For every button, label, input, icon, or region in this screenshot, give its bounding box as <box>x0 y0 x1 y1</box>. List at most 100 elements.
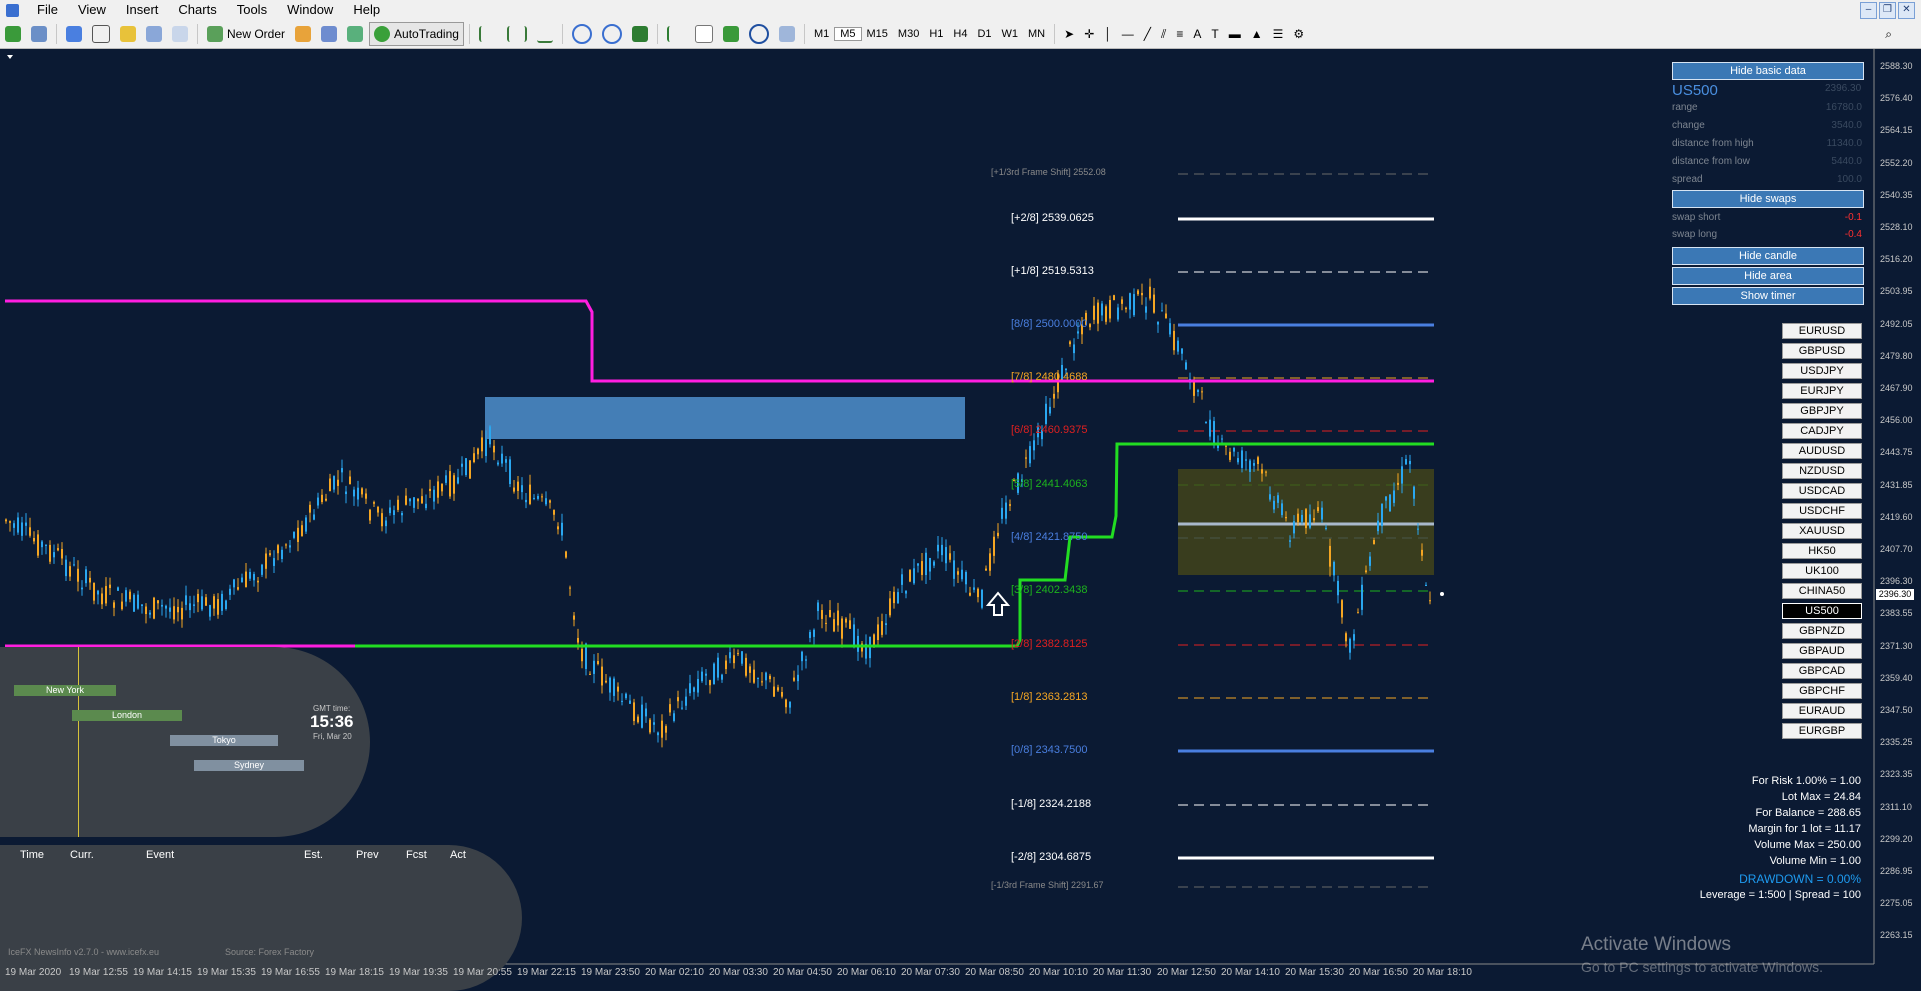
close-icon[interactable]: ✕ <box>1898 2 1915 19</box>
symbol-button-gbpnzd[interactable]: GBPNZD <box>1782 623 1862 639</box>
minimize-icon[interactable]: – <box>1860 2 1877 19</box>
chart-collapse-icon[interactable] <box>7 55 13 59</box>
symbol-button-us500[interactable]: US500 <box>1782 603 1862 619</box>
search-button[interactable]: ⌕ <box>1881 23 1896 45</box>
symbol-button-gbpaud[interactable]: GBPAUD <box>1782 643 1862 659</box>
menu-view[interactable]: View <box>68 0 116 20</box>
timeframe-w1[interactable]: W1 <box>997 28 1024 40</box>
timeframe-m5[interactable]: M5 <box>834 27 862 41</box>
candle-body <box>841 618 843 639</box>
risk-line: For Balance = 288.65 <box>1755 807 1862 819</box>
candle-body <box>889 598 891 616</box>
symbol-button-usdjpy[interactable]: USDJPY <box>1782 363 1862 379</box>
murrey-level-label: [2/8] 2382.8125 <box>1011 638 1088 650</box>
menu-charts[interactable]: Charts <box>168 0 226 20</box>
hide-area-button[interactable]: Hide area <box>1672 267 1864 285</box>
templates-button[interactable] <box>775 23 799 45</box>
chart-canvas[interactable] <box>0 49 1921 984</box>
candle-body <box>1053 393 1055 399</box>
symbol-button-xauusd[interactable]: XAUUSD <box>1782 523 1862 539</box>
title-bar: File View Insert Charts Tools Window Hel… <box>0 0 1921 21</box>
tester-button[interactable] <box>168 23 192 45</box>
signals-button[interactable] <box>317 23 341 45</box>
zoom-in-button[interactable] <box>568 23 596 45</box>
crosshair-button[interactable]: ✛ <box>1080 23 1098 45</box>
menu-window[interactable]: Window <box>277 0 343 20</box>
symbol-button-nzdusd[interactable]: NZDUSD <box>1782 463 1862 479</box>
terminal-button[interactable] <box>142 23 166 45</box>
indicators-button[interactable] <box>719 23 743 45</box>
symbol-button-hk50[interactable]: HK50 <box>1782 543 1862 559</box>
info-row-change: change 3540.0 <box>1672 120 1862 134</box>
shapes-button[interactable]: ▬ <box>1225 23 1245 45</box>
objects-button[interactable]: ⚙ <box>1289 23 1308 45</box>
tile-windows-button[interactable] <box>628 23 652 45</box>
timeframe-d1[interactable]: D1 <box>972 28 996 40</box>
symbol-button-gbpchf[interactable]: GBPCHF <box>1782 683 1862 699</box>
data-window-button[interactable] <box>88 23 114 45</box>
trendline-button[interactable]: ╱ <box>1140 23 1155 45</box>
market-button[interactable] <box>343 23 367 45</box>
symbol-button-audusd[interactable]: AUDUSD <box>1782 443 1862 459</box>
symbol-button-china50[interactable]: CHINA50 <box>1782 583 1862 599</box>
candle-body <box>1257 457 1259 465</box>
fibonacci-button[interactable]: ≡ <box>1172 23 1187 45</box>
hide-candle-button[interactable]: Hide candle <box>1672 247 1864 265</box>
toolbar-separator <box>56 24 57 44</box>
symbol-button-eurjpy[interactable]: EURJPY <box>1782 383 1862 399</box>
new-chart-button[interactable] <box>1 23 25 45</box>
arrows-button[interactable]: ▲ <box>1247 23 1267 45</box>
menu-insert[interactable]: Insert <box>116 0 169 20</box>
restore-icon[interactable]: ❐ <box>1879 2 1896 19</box>
meta-editor-button[interactable] <box>291 23 315 45</box>
timeframe-h1[interactable]: H1 <box>924 28 948 40</box>
zoom-out-button[interactable] <box>598 23 626 45</box>
session-new-york: New York <box>14 685 116 696</box>
show-timer-button[interactable]: Show timer <box>1672 287 1864 305</box>
navigator-button[interactable] <box>116 23 140 45</box>
symbol-button-usdchf[interactable]: USDCHF <box>1782 503 1862 519</box>
candle-body <box>625 693 627 699</box>
hide-basic-data-button[interactable]: Hide basic data <box>1672 62 1864 80</box>
symbol-button-cadjpy[interactable]: CADJPY <box>1782 423 1862 439</box>
chart-area[interactable]: [+2/8] 2539.0625 [+1/8] 2519.5313 [8/8] 25… <box>0 49 1921 991</box>
symbol-button-usdcad[interactable]: USDCAD <box>1782 483 1862 499</box>
symbol-button-eurgbp[interactable]: EURGBP <box>1782 723 1862 739</box>
timeframe-m30[interactable]: M30 <box>893 28 924 40</box>
symbol-button-gbpcad[interactable]: GBPCAD <box>1782 663 1862 679</box>
hide-swaps-button[interactable]: Hide swaps <box>1672 190 1864 208</box>
market-watch-button[interactable] <box>62 23 86 45</box>
candle-body <box>1241 450 1243 468</box>
auto-scroll-button[interactable] <box>663 23 689 45</box>
cursor-button[interactable]: ➤ <box>1060 23 1078 45</box>
vertical-line-button[interactable]: │ <box>1100 23 1116 45</box>
candle-body <box>1069 341 1071 345</box>
autotrading-button[interactable]: AutoTrading <box>369 22 464 46</box>
symbol-button-gbpusd[interactable]: GBPUSD <box>1782 343 1862 359</box>
chart-shift-button[interactable] <box>691 23 717 45</box>
menu-file[interactable]: File <box>27 0 68 20</box>
profiles-button[interactable] <box>27 23 51 45</box>
menu-help[interactable]: Help <box>343 0 390 20</box>
candle-body <box>561 522 563 536</box>
timeframe-mn[interactable]: MN <box>1023 28 1050 40</box>
candle-chart-button[interactable] <box>503 23 531 45</box>
line-chart-button[interactable] <box>533 23 557 45</box>
symbol-button-euraud[interactable]: EURAUD <box>1782 703 1862 719</box>
more-tools-button[interactable]: ☰ <box>1269 23 1288 45</box>
symbol-button-gbpjpy[interactable]: GBPJPY <box>1782 403 1862 419</box>
timeframe-m1[interactable]: M1 <box>809 28 834 40</box>
symbol-button-uk100[interactable]: UK100 <box>1782 563 1862 579</box>
menu-tools[interactable]: Tools <box>227 0 277 20</box>
timeframe-h4[interactable]: H4 <box>948 28 972 40</box>
text-button[interactable]: A <box>1189 23 1205 45</box>
timeframe-m15[interactable]: M15 <box>862 28 893 40</box>
label-button[interactable]: T <box>1207 23 1222 45</box>
candle-body <box>749 666 751 673</box>
channel-button[interactable]: ⫽ <box>1157 23 1170 45</box>
symbol-button-eurusd[interactable]: EURUSD <box>1782 323 1862 339</box>
horizontal-line-button[interactable]: — <box>1118 23 1138 45</box>
new-order-button[interactable]: New Order <box>203 23 289 45</box>
bar-chart-button[interactable] <box>475 23 501 45</box>
periods-button[interactable] <box>745 23 773 45</box>
